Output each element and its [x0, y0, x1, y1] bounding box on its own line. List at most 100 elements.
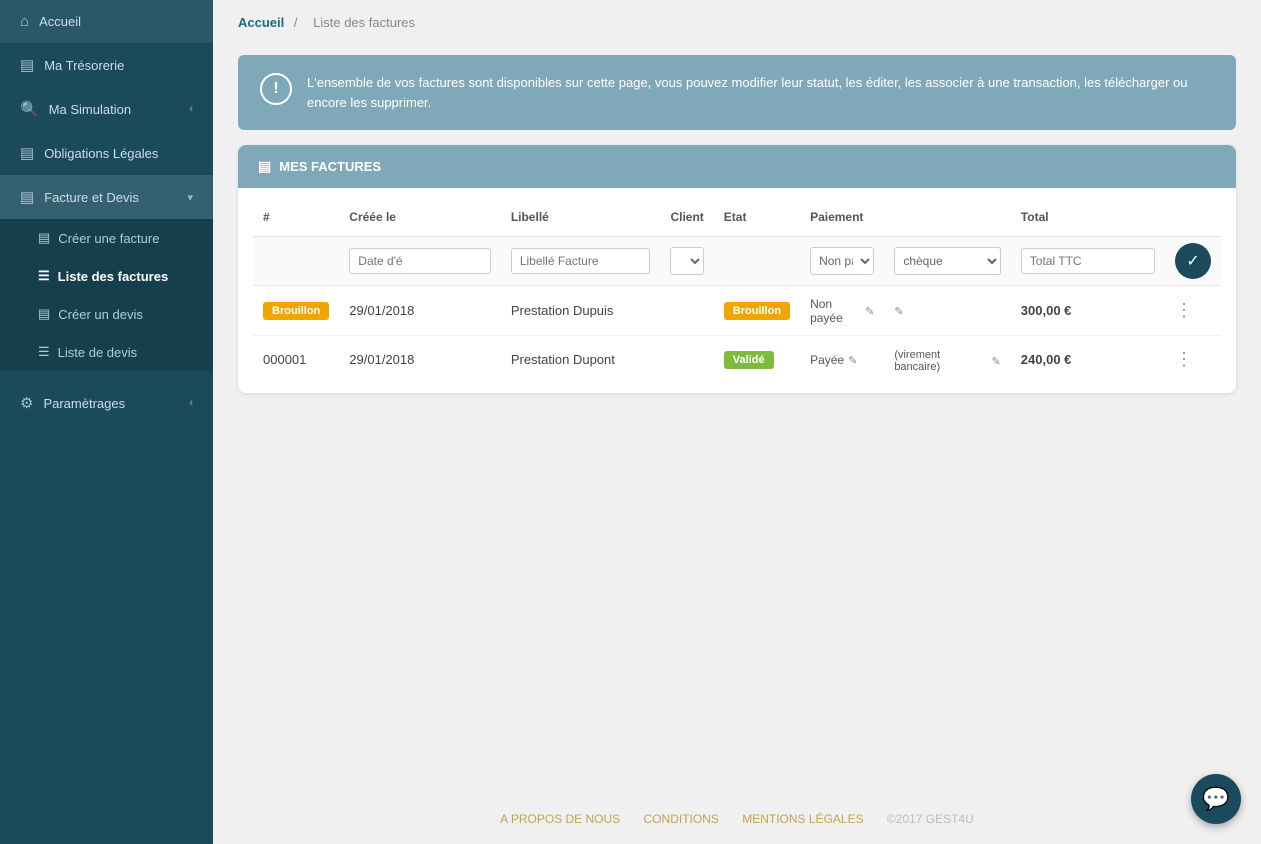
filter-payment-status-select[interactable]: Non pa Payée: [810, 247, 874, 275]
row-date: 29/01/2018: [339, 336, 501, 384]
filter-row: Non pa Payée chèque virement bancaire: [253, 237, 1221, 286]
row-libelle: Prestation Dupuis: [501, 286, 661, 336]
col-header-libelle: Libellé: [501, 198, 661, 237]
filter-cell-total[interactable]: [1011, 237, 1165, 286]
table-row: 000001 29/01/2018 Prestation Dupont Vali…: [253, 336, 1221, 384]
filter-date-input[interactable]: [349, 248, 491, 274]
document-icon: ▤: [38, 306, 50, 322]
col-header-date: Créée le: [339, 198, 501, 237]
row-etat: Brouillon: [714, 286, 800, 336]
col-header-etat: Etat: [714, 198, 800, 237]
filter-cell-libelle[interactable]: [501, 237, 661, 286]
row-date: 29/01/2018: [339, 286, 501, 336]
card-title: MES FACTURES: [279, 159, 381, 174]
sidebar-item-label: Paramètrages: [43, 396, 179, 411]
sidebar-item-label: Accueil: [39, 14, 193, 29]
row-action-menu[interactable]: ⋮: [1175, 349, 1194, 369]
main-content: Accueil / Liste des factures ! L'ensembl…: [213, 0, 1261, 844]
filter-confirm-button[interactable]: ✓: [1175, 243, 1211, 279]
sidebar-item-label: Ma Simulation: [49, 102, 180, 117]
chat-button[interactable]: 💬: [1191, 774, 1241, 824]
filter-cell-confirm[interactable]: ✓: [1165, 237, 1221, 286]
breadcrumb-home[interactable]: Accueil: [238, 15, 284, 30]
chevron-left-icon: ‹: [189, 103, 193, 115]
filter-cell-payment-mode[interactable]: chèque virement bancaire: [884, 237, 1010, 286]
col-header-total: Total: [1011, 198, 1165, 237]
factures-table: # Créée le Libellé Client Etat Paiement …: [253, 198, 1221, 383]
sidebar-item-label: Ma Trésorerie: [44, 58, 193, 73]
payment-mode-edit-icon[interactable]: ✎: [992, 355, 1001, 368]
draft-badge: Brouillon: [263, 302, 329, 320]
sidebar-subitem-creer-devis[interactable]: ▤ Créer un devis: [0, 295, 213, 333]
footer-link-about[interactable]: A PROPOS DE NOUS: [500, 812, 620, 826]
info-icon: !: [260, 73, 292, 105]
list-icon: ☰: [38, 268, 50, 284]
row-libelle: Prestation Dupont: [501, 336, 661, 384]
footer-link-mentions[interactable]: MENTIONS LÉGALES: [742, 812, 863, 826]
subitem-label: Liste des factures: [58, 269, 169, 284]
list-icon: ☰: [38, 344, 50, 360]
gear-icon: ⚙: [20, 394, 33, 412]
filter-cell-payment-status[interactable]: Non pa Payée: [800, 237, 884, 286]
filter-cell-etat: [714, 237, 800, 286]
row-num: Brouillon: [253, 286, 339, 336]
breadcrumb: Accueil / Liste des factures: [213, 0, 1261, 45]
filter-libelle-input[interactable]: [511, 248, 651, 274]
breadcrumb-separator: /: [294, 15, 298, 30]
filter-client-select[interactable]: [670, 247, 703, 275]
subitem-label: Liste de devis: [58, 345, 138, 360]
footer-copyright: ©2017 GEST4U: [887, 812, 974, 826]
factures-card: ▤ MES FACTURES # Créée le Libellé Client…: [238, 145, 1236, 393]
etat-badge: Validé: [724, 351, 774, 369]
footer-link-conditions[interactable]: CONDITIONS: [644, 812, 719, 826]
row-action-menu[interactable]: ⋮: [1175, 300, 1194, 320]
home-icon: ⌂: [20, 13, 29, 30]
sidebar-subitem-creer-facture[interactable]: ▤ Créer une facture: [0, 219, 213, 257]
col-header-client: Client: [660, 198, 713, 237]
sidebar-item-parametrages[interactable]: ⚙ Paramètrages ‹: [0, 381, 213, 425]
sidebar-item-accueil[interactable]: ⌂ Accueil: [0, 0, 213, 43]
info-banner: ! L'ensemble de vos factures sont dispon…: [238, 55, 1236, 130]
card-header: ▤ MES FACTURES: [238, 145, 1236, 188]
sidebar-item-label: Obligations Légales: [44, 146, 193, 161]
card-header-icon: ▤: [258, 158, 271, 175]
payment-status-label: Payée ✎: [810, 353, 857, 367]
search-icon: 🔍: [20, 100, 39, 118]
filter-total-input[interactable]: [1021, 248, 1155, 274]
row-client: [660, 286, 713, 336]
facture-icon: ▤: [20, 188, 34, 206]
row-actions[interactable]: ⋮: [1165, 286, 1221, 336]
row-actions[interactable]: ⋮: [1165, 336, 1221, 384]
sidebar-item-label: Facture et Devis: [44, 190, 177, 205]
breadcrumb-current: Liste des factures: [313, 15, 415, 30]
filter-cell-date[interactable]: [339, 237, 501, 286]
payment-mode-edit-icon[interactable]: ✎: [894, 305, 903, 318]
row-payment-mode[interactable]: ✎: [884, 286, 1010, 336]
payment-status-edit-icon[interactable]: ✎: [865, 305, 874, 318]
row-payment-status[interactable]: Payée ✎: [800, 336, 884, 384]
sidebar-item-tresorerie[interactable]: ▤ Ma Trésorerie: [0, 43, 213, 87]
chevron-down-icon: ▾: [187, 191, 193, 204]
sidebar-item-facture-devis[interactable]: ▤ Facture et Devis ▾: [0, 175, 213, 219]
sidebar-subitem-liste-factures[interactable]: ☰ Liste des factures: [0, 257, 213, 295]
sidebar-subitem-liste-devis[interactable]: ☰ Liste de devis: [0, 333, 213, 371]
sidebar-item-simulation[interactable]: 🔍 Ma Simulation ‹: [0, 87, 213, 131]
chevron-left-icon: ‹: [189, 397, 193, 409]
payment-mode-label: (virement bancaire) ✎: [894, 349, 1000, 373]
row-payment-status[interactable]: Non payée ✎: [800, 286, 884, 336]
row-payment-mode[interactable]: (virement bancaire) ✎: [884, 336, 1010, 384]
row-amount: 240,00 €: [1011, 336, 1165, 384]
row-amount: 300,00 €: [1011, 286, 1165, 336]
subitem-label: Créer une facture: [58, 231, 159, 246]
payment-status-label: Non payée ✎: [810, 297, 874, 325]
payment-status-edit-icon[interactable]: ✎: [848, 354, 857, 367]
filter-payment-mode-select[interactable]: chèque virement bancaire: [894, 247, 1000, 275]
obligations-icon: ▤: [20, 144, 34, 162]
col-header-num: #: [253, 198, 339, 237]
payment-mode-label: ✎: [894, 305, 903, 318]
filter-cell-client[interactable]: [660, 237, 713, 286]
info-text: L'ensemble de vos factures sont disponib…: [307, 73, 1214, 112]
table-row: Brouillon 29/01/2018 Prestation Dupuis B…: [253, 286, 1221, 336]
sidebar-item-obligations[interactable]: ▤ Obligations Légales: [0, 131, 213, 175]
chat-icon: 💬: [1202, 786, 1229, 812]
